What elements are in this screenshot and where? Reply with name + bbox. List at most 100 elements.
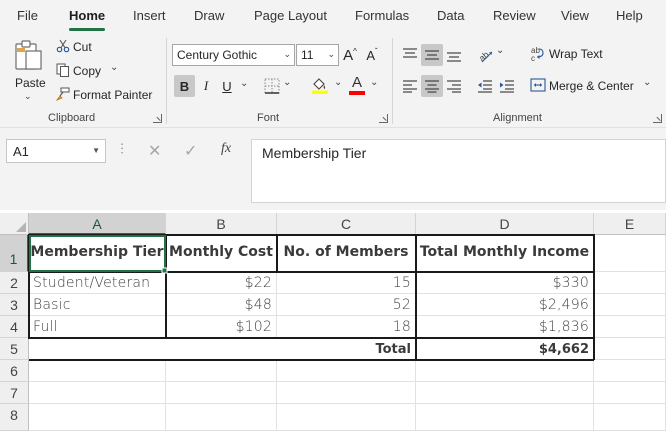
chevron-down-icon: ⌄ [496,45,505,56]
alignment-dialog-launcher-icon[interactable] [653,114,662,123]
column-header-a[interactable]: A [29,213,166,235]
bottom-align-button[interactable] [444,44,464,66]
row-header-8[interactable]: 8 [0,404,29,431]
format-painter-button[interactable]: Format Painter [54,86,154,104]
underline-button[interactable]: U [217,75,237,97]
row-header-4[interactable]: 4 [0,316,29,338]
cell-d3[interactable]: $2,496 [416,294,594,316]
cell-a3[interactable]: Basic [29,294,166,316]
total-label-cell[interactable]: Total [29,338,416,360]
tab-page-layout[interactable]: Page Layout [254,8,327,23]
font-dialog-launcher-icon[interactable] [379,114,388,123]
cell-d7[interactable] [416,382,594,404]
name-box[interactable]: A1 ▼ [6,139,106,163]
align-center-button[interactable] [421,75,443,97]
chevron-down-icon[interactable]: ⌄ [240,78,248,89]
cell-c6[interactable] [277,360,416,382]
cell-b2[interactable]: $22 [166,272,277,294]
cell-c3[interactable]: 52 [277,294,416,316]
row-header-1[interactable]: 1 [0,235,29,272]
tab-view[interactable]: View [561,8,589,23]
cell-e5[interactable] [594,338,666,360]
tab-draw[interactable]: Draw [194,8,224,23]
cell-a6[interactable] [29,360,166,382]
row-header-7[interactable]: 7 [0,382,29,404]
column-header-e[interactable]: E [594,213,666,235]
enter-icon[interactable]: ✓ [184,141,197,160]
orientation-button[interactable]: ab ⌄ [475,44,507,66]
cell-e7[interactable] [594,382,666,404]
align-left-button[interactable] [400,75,420,97]
cell-e2[interactable] [594,272,666,294]
column-header-c[interactable]: C [277,213,416,235]
font-name-select[interactable]: Century Gothic ⌄ [172,44,295,66]
cell-e1[interactable] [594,235,666,272]
fill-color-button[interactable]: ⌄ [310,76,344,96]
cell-d4[interactable]: $1,836 [416,316,594,338]
borders-button[interactable]: ⌄ [262,77,292,95]
font-color-swatch [349,91,365,95]
cell-d6[interactable] [416,360,594,382]
tab-help[interactable]: Help [616,8,643,23]
font-size-select[interactable]: 11 ⌄ [296,44,339,66]
cell-e4[interactable] [594,316,666,338]
cell-c8[interactable] [277,404,416,431]
clipboard-dialog-launcher-icon[interactable] [153,114,162,123]
merge-center-button[interactable]: Merge & Center ⌄ [530,76,654,98]
cell-b7[interactable] [166,382,277,404]
tab-home[interactable]: Home [69,8,105,23]
row-header-5[interactable]: 5 [0,338,29,360]
cell-a8[interactable] [29,404,166,431]
bold-button[interactable]: B [174,75,195,97]
cell-d8[interactable] [416,404,594,431]
cell-e8[interactable] [594,404,666,431]
tab-review[interactable]: Review [493,8,536,23]
column-header-b[interactable]: B [166,213,277,235]
decrease-indent-button[interactable] [475,75,495,97]
decrease-font-size-button[interactable]: Aˇ [363,44,381,66]
cell-c2[interactable]: 15 [277,272,416,294]
row-header-6[interactable]: 6 [0,360,29,382]
font-color-button[interactable]: A ⌄ [348,74,382,96]
cell-b6[interactable] [166,360,277,382]
tab-insert[interactable]: Insert [133,8,166,23]
column-header-d[interactable]: D [416,213,594,235]
tab-data[interactable]: Data [437,8,464,23]
italic-button[interactable]: I [196,75,216,97]
cell-d1[interactable]: Total Monthly Income [416,235,594,272]
wrap-text-button[interactable]: ab c Wrap Text [530,44,610,66]
cell-a1[interactable]: Membership Tier [29,235,166,272]
insert-function-icon[interactable]: fx [221,141,231,157]
tab-formulas[interactable]: Formulas [355,8,409,23]
cell-c4[interactable]: 18 [277,316,416,338]
row-header-3[interactable]: 3 [0,294,29,316]
tab-file[interactable]: File [17,8,38,23]
cell-e6[interactable] [594,360,666,382]
cell-c7[interactable] [277,382,416,404]
cut-button[interactable]: Cut [54,38,104,56]
middle-align-button[interactable] [421,44,443,66]
cancel-icon[interactable]: ✕ [148,141,161,160]
formula-input[interactable]: Membership Tier [251,139,666,203]
row-header-2[interactable]: 2 [0,272,29,294]
cell-a4[interactable]: Full [29,316,166,338]
cell-d2[interactable]: $330 [416,272,594,294]
cell-a7[interactable] [29,382,166,404]
increase-font-size-button[interactable]: A ^ [341,44,359,66]
increase-indent-button[interactable] [497,75,517,97]
cell-a2[interactable]: Student/Veteran [29,272,166,294]
top-align-button[interactable] [400,44,420,66]
cell-d5[interactable]: $4,662 [416,338,594,360]
cell-b4[interactable]: $102 [166,316,277,338]
cell-c1[interactable]: No. of Members [277,235,416,272]
cell-e3[interactable] [594,294,666,316]
align-right-button[interactable] [444,75,464,97]
cell-b3[interactable]: $48 [166,294,277,316]
select-all-button[interactable] [0,213,29,235]
copy-button[interactable]: Copy ⌄ [54,62,124,80]
cell-b1[interactable]: Monthly Cost [166,235,277,272]
more-options-icon[interactable]: ⋯ [114,142,129,155]
paste-button[interactable]: Paste ⌄ [10,36,46,104]
cell-b8[interactable] [166,404,277,431]
name-box-value: A1 [13,144,29,159]
